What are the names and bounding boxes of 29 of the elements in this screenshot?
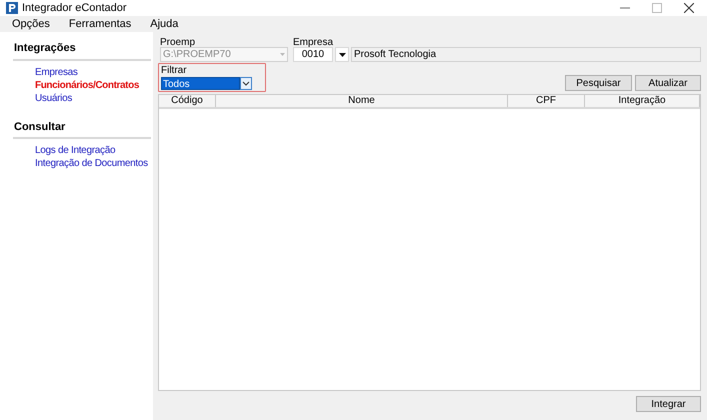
window-title: Integrador eContador: [22, 0, 127, 16]
dropdown-button[interactable]: [335, 47, 349, 62]
section-title: Consultar: [13, 118, 151, 139]
company-name-field: Prosoft Tecnologia: [351, 47, 701, 62]
chevron-down-icon: [240, 77, 252, 90]
close-icon[interactable]: [684, 3, 694, 13]
column-header[interactable]: Código: [159, 95, 216, 107]
menu-item[interactable]: Opções: [7, 16, 55, 32]
nav-link[interactable]: Empresas: [35, 66, 78, 78]
menu-item[interactable]: Ajuda: [145, 16, 184, 32]
section-title: Integrações: [13, 40, 151, 60]
company-code-field[interactable]: 0010: [293, 47, 333, 62]
column-header[interactable]: Nome: [216, 95, 508, 107]
dropdown-arrow-icon: [280, 53, 285, 56]
proemp-combo: G:\PROEMP70: [160, 47, 288, 62]
menu-item[interactable]: Ferramentas: [64, 16, 136, 32]
integrate-button[interactable]: Integrar: [636, 396, 701, 412]
nav-link[interactable]: Usuários: [35, 92, 72, 104]
field-label: Proemp: [160, 36, 196, 47]
field-label: Empresa: [293, 36, 334, 47]
nav-link[interactable]: Integração de Documentos: [35, 158, 148, 169]
nav-link[interactable]: Funcionários/Contratos: [35, 80, 139, 90]
column-header[interactable]: Integração: [585, 95, 700, 107]
dropdown-arrow-icon: [338, 52, 346, 56]
nav-link[interactable]: Logs de Integração: [35, 145, 116, 156]
field-label: Filtrar: [161, 65, 188, 77]
search-button[interactable]: Pesquisar: [565, 75, 632, 91]
column-header[interactable]: CPF: [508, 95, 585, 107]
refresh-button[interactable]: Atualizar: [635, 75, 701, 91]
